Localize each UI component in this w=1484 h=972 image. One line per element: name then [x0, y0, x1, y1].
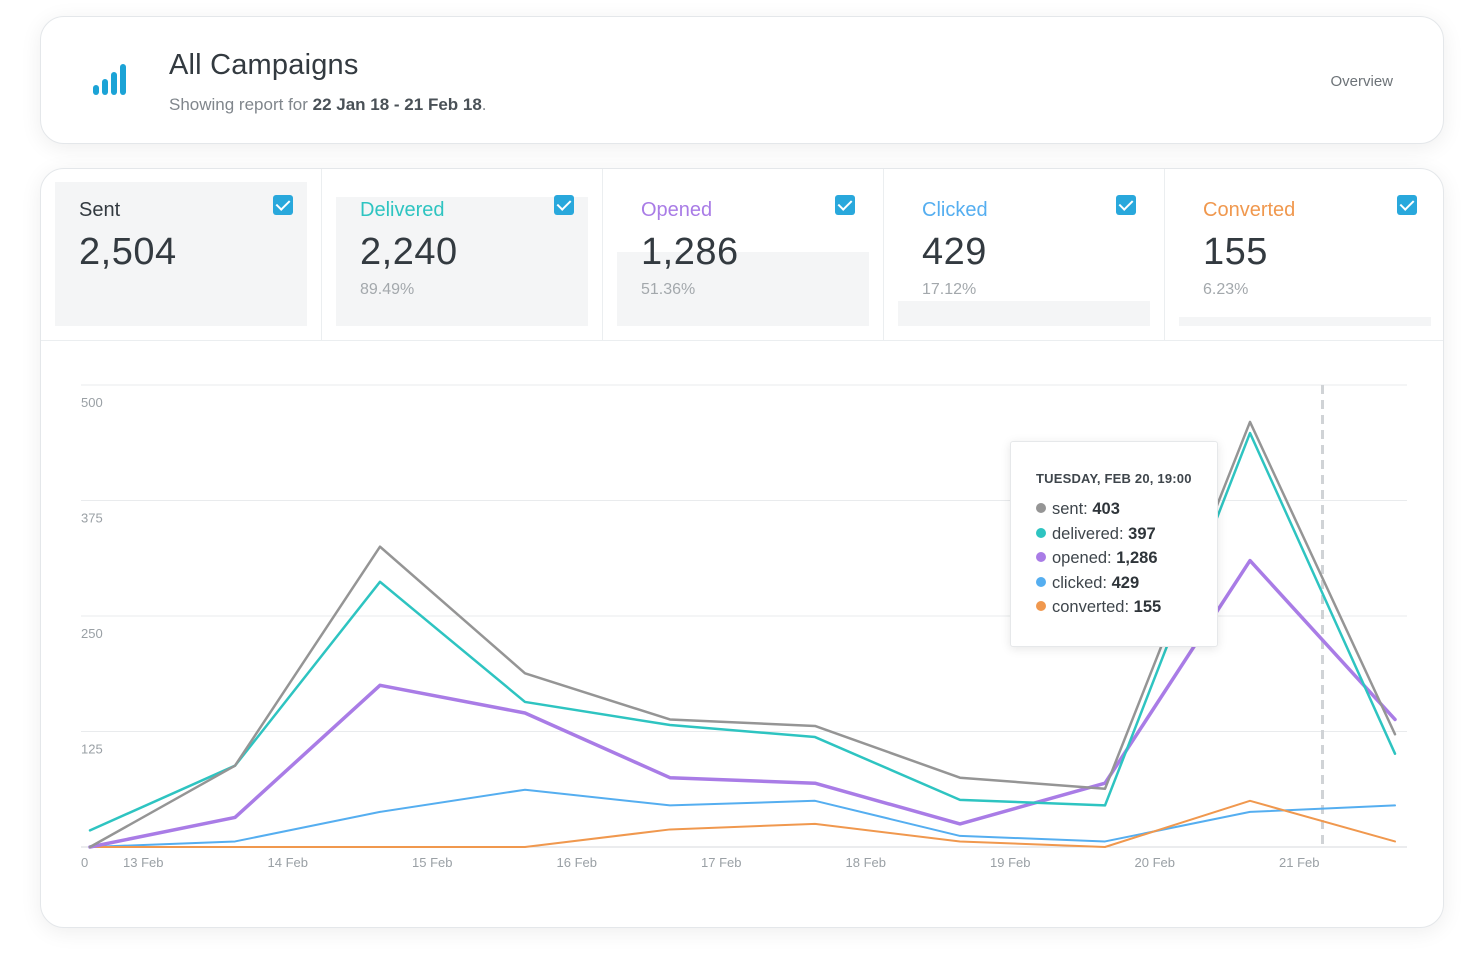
y-tick-label: 125: [81, 742, 103, 757]
stat-converted-percent: 6.23%: [1203, 281, 1249, 298]
tooltip-row-converted: converted: 155: [1036, 598, 1161, 617]
stat-converted[interactable]: Converted 155 6.23%: [1165, 169, 1443, 340]
stat-delivered-label: Delivered: [360, 199, 445, 221]
tooltip-row-sent: sent: 403: [1036, 500, 1120, 519]
stat-opened-label: Opened: [641, 199, 713, 221]
x-tick-label: 16 Feb: [557, 855, 597, 870]
tooltip-title: TUESDAY, FEB 20, 19:00: [1036, 471, 1192, 486]
y-tick-label: 0: [81, 855, 88, 870]
chart-tooltip: TUESDAY, FEB 20, 19:00 sent: 403 delivere…: [1010, 441, 1218, 647]
stat-clicked-percent: 17.12%: [922, 281, 977, 298]
stat-clicked-value: 429: [922, 231, 987, 273]
tooltip-label: converted:: [1052, 598, 1130, 616]
stat-sent[interactable]: Sent 2,504: [41, 169, 322, 340]
legend-dot-icon: [1036, 527, 1046, 538]
x-tick-label: 17 Feb: [701, 855, 741, 870]
x-tick-label: 20 Feb: [1135, 855, 1175, 870]
tooltip-value: 155: [1133, 598, 1162, 616]
x-tick-label: 15 Feb: [412, 855, 452, 870]
y-tick-label: 250: [81, 626, 103, 641]
stat-delivered-percent: 89.49%: [360, 281, 415, 298]
tooltip-row-clicked: clicked: 429: [1036, 574, 1139, 593]
x-tick-label: 18 Feb: [846, 855, 886, 870]
bar-chart-icon: [91, 61, 131, 95]
tooltip-value: 403: [1092, 500, 1120, 518]
tooltip-value: 1,286: [1116, 549, 1158, 567]
tooltip-value: 397: [1128, 524, 1156, 543]
report-card: Sent 2,504 Delivered 2,240 89.49% Opened 1,286…: [40, 168, 1444, 928]
line-chart: 0 125 250 375 500 13 Feb 14 Feb 15 Feb 16 Feb 17 …: [81, 384, 1407, 870]
stats-row: Sent 2,504 Delivered 2,240 89.49% Opened 1,286…: [41, 169, 1443, 341]
x-tick-label: 13 Feb: [123, 855, 163, 870]
stat-opened-checkbox[interactable]: [835, 195, 855, 215]
stat-delivered-checkbox[interactable]: [554, 195, 574, 215]
legend-dot-icon: [1036, 576, 1046, 587]
stat-converted-value: 155: [1203, 231, 1268, 273]
subtitle-prefix: Showing report for: [169, 95, 308, 114]
tooltip-row-delivered: delivered: 397: [1036, 525, 1156, 544]
stat-opened[interactable]: Opened 1,286 51.36%: [603, 169, 884, 340]
y-tick-label: 375: [81, 511, 103, 526]
stat-sent-label: Sent: [79, 199, 121, 221]
stat-converted-label: Converted: [1203, 199, 1296, 221]
stat-converted-fill: [1179, 317, 1431, 326]
report-subtitle: Showing report for 22 Jan 18 - 21 Feb 18…: [169, 95, 487, 115]
date-range: 22 Jan 18 - 21 Feb 18: [312, 95, 482, 114]
x-tick-label: 19 Feb: [990, 855, 1030, 870]
y-tick-label: 500: [81, 395, 103, 410]
page-title: All Campaigns: [169, 49, 359, 81]
stat-sent-value: 2,504: [79, 231, 177, 273]
stat-converted-checkbox[interactable]: [1397, 195, 1417, 215]
series-line-converted: [89, 799, 1396, 848]
stat-delivered-value: 2,240: [360, 231, 458, 273]
tooltip-label: delivered:: [1052, 524, 1124, 543]
stat-opened-percent: 51.36%: [641, 281, 696, 298]
stat-delivered[interactable]: Delivered 2,240 89.49%: [322, 169, 603, 340]
stat-sent-checkbox[interactable]: [273, 195, 293, 215]
tooltip-row-opened: opened: 1,286: [1036, 549, 1158, 568]
subtitle-suffix: .: [481, 95, 487, 114]
header-card: All Campaigns Showing report for 22 Jan …: [40, 16, 1444, 144]
legend-dot-icon: [1036, 601, 1046, 611]
x-tick-label: 21 Feb: [1279, 855, 1319, 870]
x-tick-label: 14 Feb: [268, 855, 308, 870]
stat-clicked-fill: [898, 301, 1150, 326]
stat-clicked-checkbox[interactable]: [1116, 195, 1136, 215]
tooltip-label: clicked:: [1052, 573, 1108, 592]
stat-clicked-label: Clicked: [922, 199, 988, 221]
legend-dot-icon: [1036, 552, 1046, 562]
tooltip-label: sent:: [1052, 500, 1088, 518]
series-line-clicked: [89, 788, 1396, 848]
overview-link[interactable]: Overview: [1330, 73, 1393, 90]
tooltip-value: 429: [1111, 573, 1140, 592]
stat-opened-value: 1,286: [641, 231, 739, 273]
tooltip-label: opened:: [1052, 549, 1112, 567]
stat-clicked[interactable]: Clicked 429 17.12%: [884, 169, 1165, 340]
legend-dot-icon: [1036, 503, 1046, 513]
